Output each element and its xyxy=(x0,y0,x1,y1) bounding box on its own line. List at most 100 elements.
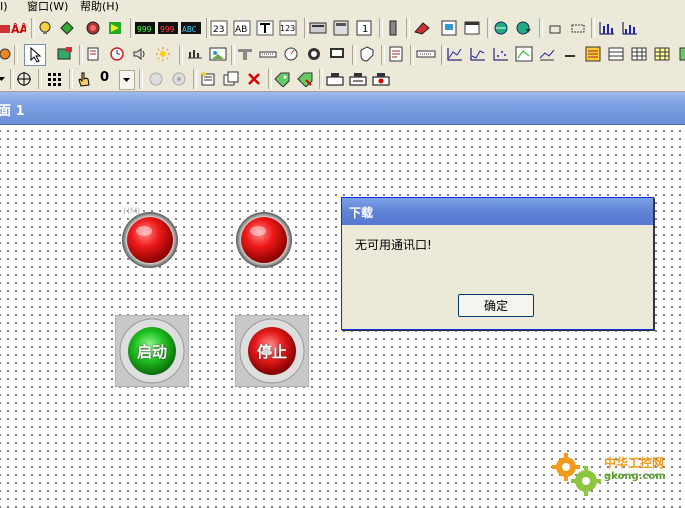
plc-link-icon[interactable] xyxy=(349,70,367,88)
histogram-icon[interactable] xyxy=(621,19,639,37)
bulb-icon[interactable] xyxy=(36,19,54,37)
svg-text:999: 999 xyxy=(137,25,152,34)
flag-icon[interactable] xyxy=(106,19,124,37)
counter-icon[interactable]: 123 xyxy=(279,19,297,37)
history-chart-icon[interactable] xyxy=(538,45,556,63)
tag-icon[interactable] xyxy=(273,70,291,88)
report-icon[interactable] xyxy=(387,45,405,63)
menu-item-view[interactable]: I) xyxy=(0,0,8,13)
image-icon[interactable] xyxy=(209,45,227,63)
toolbar-separator xyxy=(14,45,18,65)
delete-icon[interactable] xyxy=(245,70,263,88)
gauge-bar-icon[interactable] xyxy=(259,45,277,63)
speaker-icon[interactable] xyxy=(131,45,149,63)
calculator-icon[interactable] xyxy=(332,19,350,37)
svg-text:123: 123 xyxy=(280,24,295,33)
layer-value[interactable]: 0 xyxy=(100,70,109,85)
ascii-display-icon[interactable]: ABC xyxy=(181,19,201,37)
lamp-red-icon xyxy=(236,212,292,268)
dropdown-arrow-icon[interactable] xyxy=(0,70,7,88)
plc-icon[interactable] xyxy=(326,70,344,88)
stop-button-label: 停止 xyxy=(256,342,287,361)
bar-chart-icon[interactable] xyxy=(598,19,616,37)
info-icon[interactable]: 1 xyxy=(355,19,373,37)
paint-icon[interactable] xyxy=(56,45,74,63)
scale-icon[interactable] xyxy=(416,45,436,63)
download-dialog: 下载 无可用通讯口! 确定 xyxy=(341,197,654,330)
numeric-input-icon[interactable]: 999 xyxy=(158,19,178,37)
globe-arrow-icon[interactable] xyxy=(515,19,533,37)
device-icon[interactable] xyxy=(384,19,402,37)
new-object-icon[interactable] xyxy=(199,70,217,88)
text-icon[interactable]: AB xyxy=(233,19,251,37)
window-icon[interactable] xyxy=(463,19,481,37)
crosshair-icon[interactable] xyxy=(15,70,33,88)
toolbar-separator xyxy=(379,18,383,38)
shape-icon[interactable] xyxy=(58,19,76,37)
keyboard-icon[interactable] xyxy=(309,19,327,37)
color-icon[interactable] xyxy=(0,45,14,63)
ok-button[interactable]: 确定 xyxy=(458,294,534,317)
clock-icon[interactable] xyxy=(108,45,126,63)
level-icon[interactable] xyxy=(186,45,204,63)
menu-item-help[interactable]: 帮助(H) xyxy=(80,0,119,13)
number-icon[interactable]: 23 xyxy=(210,19,228,37)
copy-object-icon[interactable] xyxy=(222,70,240,88)
site-watermark: 中华工控网 gkong.com xyxy=(548,447,680,503)
meter-icon[interactable] xyxy=(282,45,300,63)
toolbar-edit: 0 xyxy=(0,67,685,92)
minus-line-icon[interactable] xyxy=(561,45,579,63)
gear-logo-icon xyxy=(552,453,601,496)
menu-item-window[interactable]: 窗口(W) xyxy=(27,0,68,13)
table-icon[interactable] xyxy=(607,45,625,63)
dialog-title-bar[interactable]: 下载 xyxy=(342,198,653,225)
toolbar-separator xyxy=(79,45,83,65)
dashed-frame-icon[interactable] xyxy=(569,19,587,37)
text-tool-icon[interactable]: ÅÅ xyxy=(9,19,27,37)
indicator-lamp[interactable]: HMI xyxy=(121,207,179,269)
pointer-select-icon[interactable] xyxy=(24,44,46,66)
numeric-display-icon[interactable]: 999 xyxy=(135,19,155,37)
dialog-title: 下载 xyxy=(349,206,374,220)
globe-icon[interactable] xyxy=(492,19,510,37)
sun-icon[interactable] xyxy=(154,45,172,63)
trend-chart-icon[interactable] xyxy=(469,45,487,63)
line-chart-icon[interactable] xyxy=(446,45,464,63)
watermark-title: 中华工控网 xyxy=(604,456,665,470)
shield-icon[interactable] xyxy=(358,45,376,63)
record-icon[interactable] xyxy=(84,19,102,37)
start-button[interactable]: 启动 xyxy=(114,314,190,388)
grid-table-icon[interactable] xyxy=(630,45,648,63)
data-grid-icon[interactable] xyxy=(653,45,671,63)
toolbar-separator xyxy=(268,69,272,89)
toolbar-separator xyxy=(139,69,143,89)
plc-error-icon[interactable] xyxy=(372,70,390,88)
screen-title: 面 1 xyxy=(0,104,25,119)
xy-chart-icon[interactable] xyxy=(515,45,533,63)
dial-icon[interactable] xyxy=(305,45,323,63)
svg-text:ABC: ABC xyxy=(182,25,197,34)
toolbar-separator xyxy=(406,18,410,38)
frame-icon[interactable] xyxy=(546,19,564,37)
tag-red-icon[interactable] xyxy=(296,70,314,88)
svg-text:999: 999 xyxy=(160,25,175,34)
dialog-message: 无可用通讯口! xyxy=(355,238,432,252)
lamp-red-icon xyxy=(122,212,178,268)
scatter-chart-icon[interactable] xyxy=(492,45,510,63)
grid-dots-icon[interactable] xyxy=(45,70,63,88)
calendar-icon[interactable] xyxy=(676,45,685,63)
picture-icon[interactable] xyxy=(440,19,458,37)
function-key-icon[interactable] xyxy=(256,19,274,37)
monitor-icon[interactable] xyxy=(328,45,346,63)
stop-button[interactable]: 停止 xyxy=(234,314,310,388)
pipe-icon[interactable] xyxy=(236,45,254,63)
alarm-list-icon[interactable] xyxy=(584,45,602,63)
toolbar-separator xyxy=(69,69,73,89)
toolbar-separator xyxy=(31,18,35,38)
indicator-lamp[interactable] xyxy=(235,211,293,269)
layer-dropdown-icon[interactable] xyxy=(119,70,135,90)
eraser-icon[interactable] xyxy=(413,19,431,37)
hand-icon[interactable] xyxy=(75,70,93,88)
svg-text:AB: AB xyxy=(235,25,247,35)
printer-icon[interactable] xyxy=(85,45,103,63)
